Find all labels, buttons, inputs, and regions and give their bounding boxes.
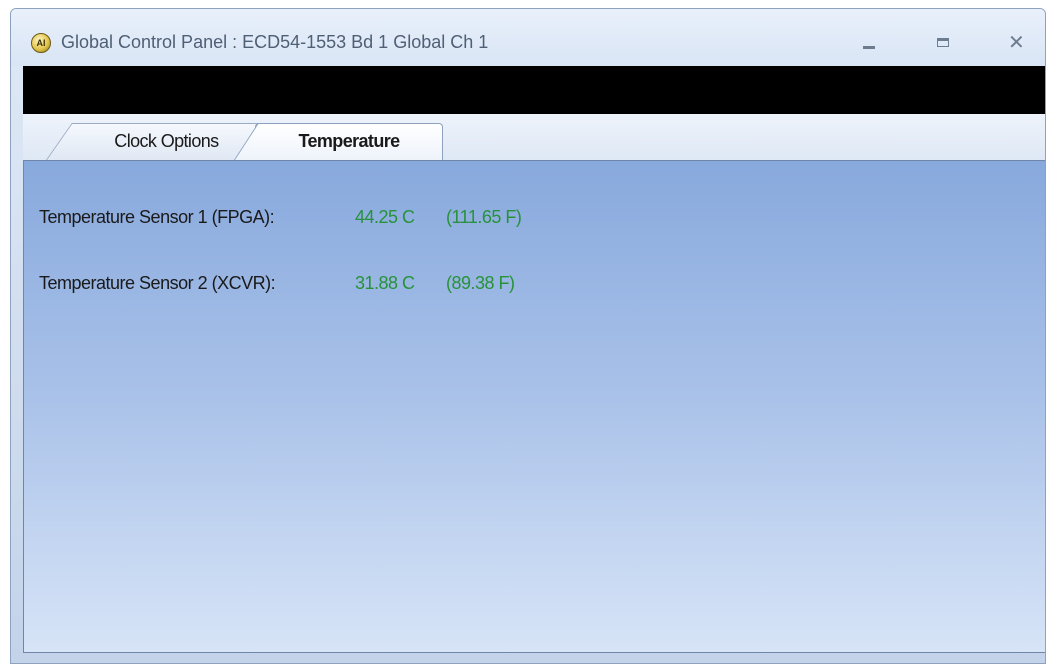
window-title: Global Control Panel : ECD54-1553 Bd 1 G… xyxy=(61,32,489,52)
temperature-panel: Temperature Sensor 1 (FPGA): 44.25 C (11… xyxy=(23,160,1045,653)
close-icon: ✕ xyxy=(1008,30,1025,54)
maximize-button[interactable] xyxy=(923,29,963,55)
global-control-panel-window: AI Global Control Panel : ECD54-1553 Bd … xyxy=(10,8,1046,664)
tab-temperature-label: Temperature xyxy=(298,131,400,151)
tab-strip: Clock Options Temperature xyxy=(23,114,1045,160)
minimize-button[interactable] xyxy=(849,29,889,55)
header-bar xyxy=(23,66,1045,114)
sensor-1-label: Temperature Sensor 1 (FPGA): xyxy=(39,207,275,227)
tab-clock-options-label: Clock Options xyxy=(114,131,219,151)
sensor-1-celsius-value: 44.25 C xyxy=(355,207,415,227)
sensor-1-fahrenheit-value: (111.65 F) xyxy=(446,207,522,227)
maximize-icon xyxy=(937,38,949,47)
minimize-icon xyxy=(863,46,875,49)
sensor-2-label: Temperature Sensor 2 (XCVR): xyxy=(39,273,276,293)
title-bar[interactable]: AI Global Control Panel : ECD54-1553 Bd … xyxy=(11,9,1045,66)
app-icon: AI xyxy=(31,33,51,53)
sensor-2-celsius-value: 31.88 C xyxy=(355,273,415,293)
tab-temperature[interactable]: Temperature xyxy=(255,123,443,160)
close-button[interactable]: ✕ xyxy=(996,29,1036,55)
sensor-2-fahrenheit-value: (89.38 F) xyxy=(446,273,515,293)
